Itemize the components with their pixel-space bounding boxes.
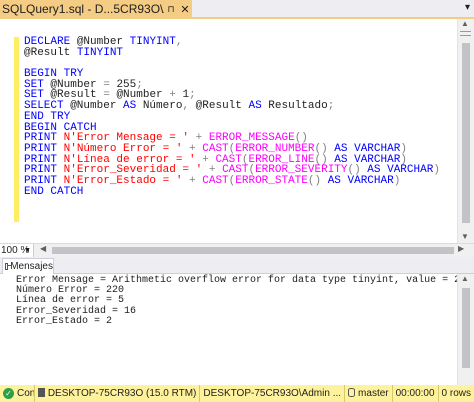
code-line[interactable]: PRINT N'Error_Estado = ' + CAST(ERROR_ST… [24,174,440,187]
message-icon [5,263,13,270]
tab-overflow-dropdown-icon[interactable]: ▾ [465,2,470,13]
code-line[interactable] [24,58,440,69]
query-editor[interactable]: DECLARE @Number TINYINT, @Result TINYINT B… [0,19,474,243]
change-tracking-bar [14,37,19,222]
editor-vertical-scrollbar[interactable]: ▲ ▼ [457,19,474,243]
code-line[interactable]: SELECT @Number AS Número, @Result AS Res… [24,101,440,112]
code-token: TINYINT [76,46,124,59]
code-token: @Result [189,100,249,113]
code-token: TINYINT [129,36,176,48]
code-token: @Result [24,46,77,59]
document-tabstrip: SQLQuery1.sql - D...5CR93O\Admin (59))* … [0,0,474,19]
close-icon[interactable]: ✕ [178,3,192,16]
editor-horizontal-scroll-thumb[interactable] [52,247,454,254]
status-rows: 0 rows [437,385,474,402]
code-token: + [182,174,203,187]
code-token: ) [433,164,440,177]
code-token: END CATCH [24,185,84,198]
status-login: DESKTOP-75CR93O\Admin ... [199,385,344,402]
editor-gutter [0,19,14,243]
success-check-icon: ✓ [3,388,14,399]
database-icon [348,388,356,397]
code-line[interactable]: END CATCH [24,185,440,198]
results-tabstrip: Mensajes [0,257,474,274]
scroll-up-arrow-icon[interactable]: ▲ [461,274,469,283]
status-server: DESKTOP-75CR93O (15.0 RTM) [33,385,200,402]
split-handle[interactable] [460,31,471,36]
code-line[interactable]: @Result TINYINT [24,46,440,59]
tab-messages[interactable]: Mensajes [2,258,54,274]
editor-scroll-thumb[interactable] [462,43,470,223]
status-bar: ✓ Consulta ejecutada correcta... DESKTOP… [0,385,474,402]
zoom-bar: 100 % ▼ ◀ ▶ [0,243,474,257]
code-token: AS [321,174,348,187]
code-token: VARCHAR [347,174,394,187]
pin-icon[interactable]: ⊓ [164,4,178,15]
chevron-down-icon[interactable]: ▼ [24,244,31,257]
message-line: Error_Estado = 2 [16,315,113,327]
scroll-up-arrow-icon[interactable]: ▲ [461,19,469,28]
code-token: , [175,36,183,48]
status-elapsed: 00:00:00 [391,385,438,402]
code-area[interactable]: DECLARE @Number TINYINT, @Result TINYINT B… [24,36,440,198]
server-icon [37,388,45,397]
code-token: Número [136,100,183,113]
code-token: ; [327,100,335,113]
scroll-right-arrow-icon[interactable]: ▶ [458,244,464,253]
code-token: @Number [63,100,124,113]
document-tab-title[interactable]: SQLQuery1.sql - D...5CR93O\Admin (59))* [0,2,164,16]
code-token: () [307,174,322,187]
messages-vertical-scrollbar[interactable]: ▲ [457,274,474,385]
status-database: master [344,385,392,402]
status-server-label: DESKTOP-75CR93O (15.0 RTM) [47,388,197,399]
zoom-select[interactable]: 100 % ▼ [0,244,34,257]
code-token: AS [123,100,137,113]
code-token: AS [248,100,262,113]
messages-scroll-thumb[interactable] [462,288,470,368]
code-token: ERROR_STATE [235,174,308,187]
messages-text: Error Mensage = Arithmetic overflow erro… [16,275,474,327]
document-tab[interactable]: SQLQuery1.sql - D...5CR93O\Admin (59))* … [0,0,192,18]
code-token: Resultado [261,100,328,113]
scroll-down-arrow-icon[interactable]: ▼ [461,232,469,241]
scroll-left-arrow-icon[interactable]: ◀ [40,244,46,253]
status-database-label: master [358,388,389,399]
tab-messages-label: Mensajes [10,261,53,272]
code-token: CAST [202,174,229,187]
status-message: Consulta ejecutada correcta... [17,388,34,399]
messages-pane[interactable]: Error Mensage = Arithmetic overflow erro… [0,274,474,385]
code-token: ) [393,174,401,187]
